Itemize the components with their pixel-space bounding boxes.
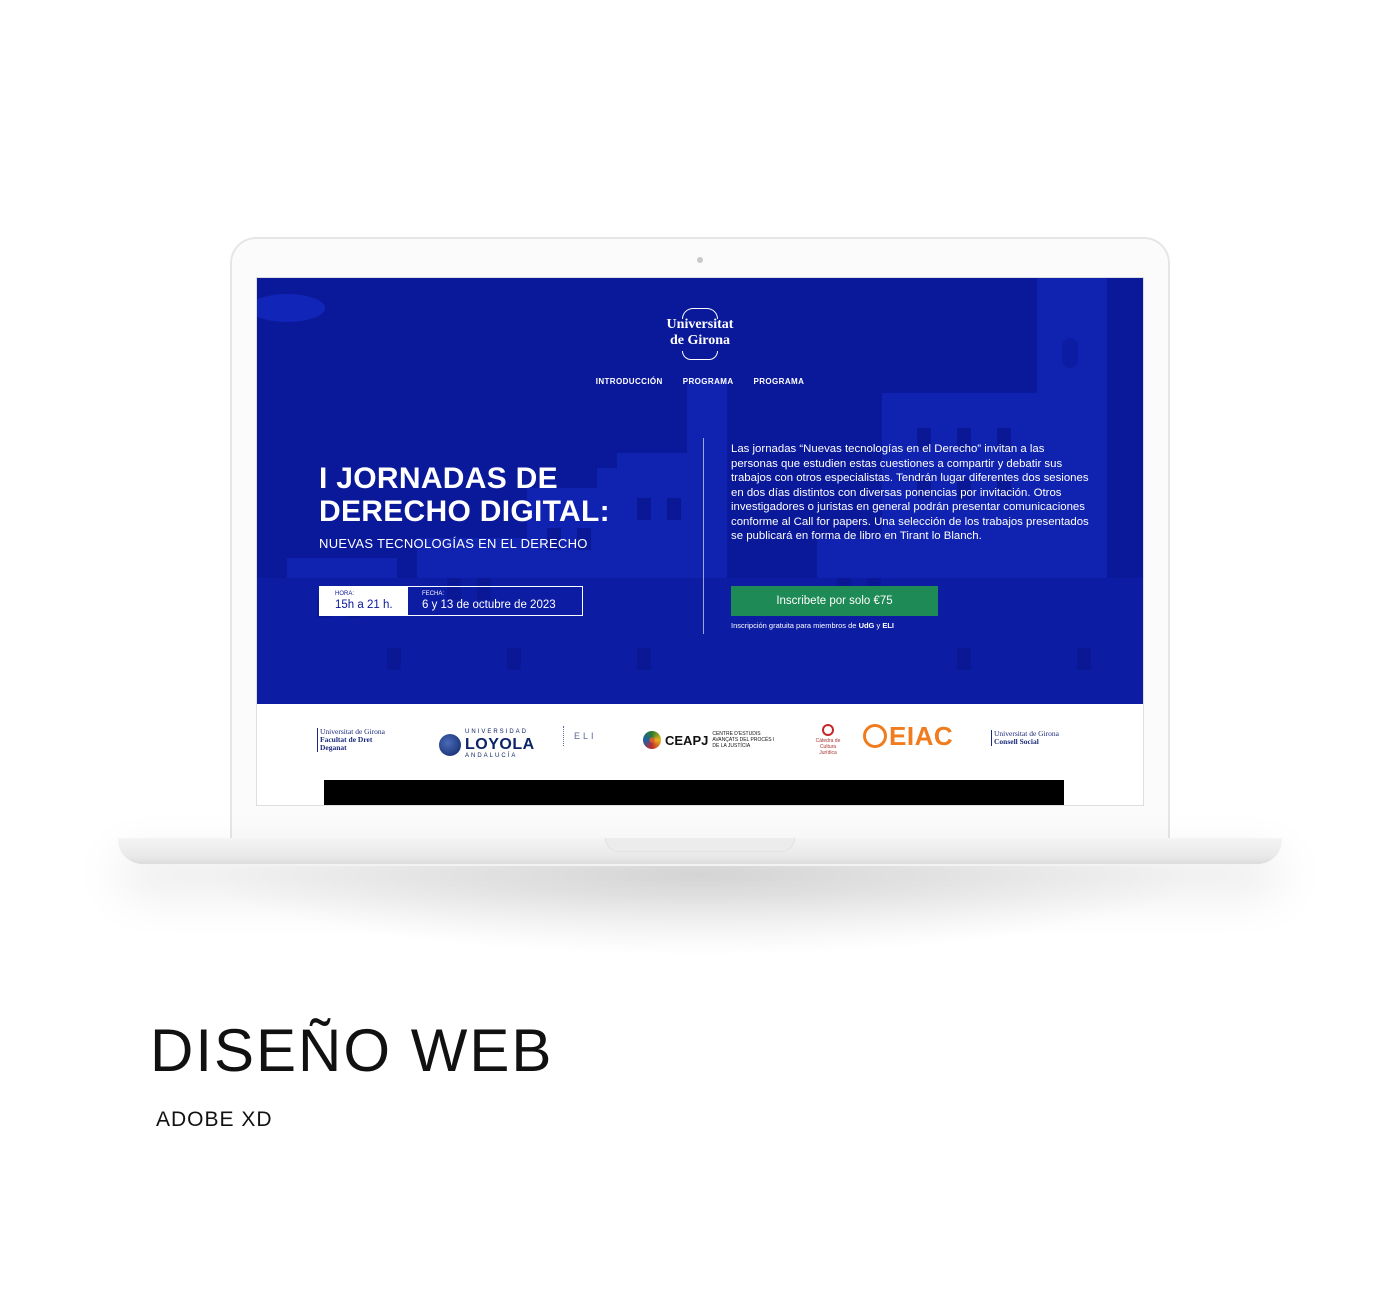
ceapj-main: CEAPJ xyxy=(665,732,709,748)
nav-item-programa-2[interactable]: PROGRAMA xyxy=(754,377,805,386)
note-prefix: Inscripción gratuita para miembros de xyxy=(731,621,859,630)
logo-line1: Universitat xyxy=(666,317,734,332)
laptop-screen: Universitat de Girona INTRODUCCIÓN PROGR… xyxy=(256,277,1144,806)
caption-subtitle: ADOBE XD xyxy=(156,1108,273,1131)
eli-stars-icon xyxy=(563,726,570,746)
register-button[interactable]: Inscribete por solo €75 xyxy=(731,586,938,616)
webcam-icon xyxy=(697,257,703,263)
event-info: HORA: 15h a 21 h. FECHA: 6 y 13 de octub… xyxy=(319,586,583,616)
nav-item-introduccion[interactable]: INTRODUCCIÓN xyxy=(596,377,663,386)
logo-loyola[interactable]: UNIVERSIDAD LOYOLA ANDALUCÍA xyxy=(439,728,535,761)
logo-line2: de Girona xyxy=(669,333,731,348)
hero-section: Universitat de Girona INTRODUCCIÓN PROGR… xyxy=(257,278,1143,704)
hero-title: I JORNADAS DE DERECHO DIGITAL: xyxy=(319,462,610,528)
loyola-bottom: ANDALUCÍA xyxy=(465,753,518,759)
loyola-globe-icon xyxy=(439,733,461,756)
ceapj-sub: CENTRE D'ESTUDIS AVANÇATS DEL PROCÉS I D… xyxy=(712,731,775,749)
fecha-box: FECHA: 6 y 13 de octubre de 2023 xyxy=(407,586,583,616)
main-nav: INTRODUCCIÓN PROGRAMA PROGRAMA xyxy=(257,377,1143,386)
content-preview-bar xyxy=(324,780,1064,805)
eiac-circle-icon xyxy=(863,724,887,748)
logo-catedra-cultura-juridica[interactable]: Càtedra de Cultura Jurídica xyxy=(813,724,843,756)
nav-item-programa[interactable]: PROGRAMA xyxy=(683,377,734,386)
hero-title-line1: I JORNADAS DE xyxy=(319,462,558,495)
logo-ceapj[interactable]: CEAPJ CENTRE D'ESTUDIS AVANÇATS DEL PROC… xyxy=(643,731,782,749)
hora-box: HORA: 15h a 21 h. xyxy=(319,586,407,616)
logo-udg-consell[interactable]: Universitat de Girona Consell Social xyxy=(991,730,1059,746)
loyola-main: LOYOLA xyxy=(465,736,535,753)
free-registration-note: Inscripción gratuita para miembros de Ud… xyxy=(731,621,894,630)
udg-consell-l2: Consell Social xyxy=(994,737,1039,746)
university-logo[interactable]: Universitat de Girona xyxy=(257,308,1143,360)
hero-subtitle: NUEVAS TECNOLOGÍAS EN EL DERECHO xyxy=(319,536,588,551)
sponsors-strip: Universitat de Girona Facultat de Dret D… xyxy=(257,704,1143,779)
udg-facultat-l3: Deganat xyxy=(320,743,347,752)
eiac-main: EIAC xyxy=(889,721,954,751)
logo-udg-facultat[interactable]: Universitat de Girona Facultat de Dret D… xyxy=(317,728,385,752)
fecha-label: FECHA: xyxy=(422,591,445,597)
logo-arch-bottom xyxy=(682,351,718,360)
ccj-text: Càtedra de Cultura Jurídica xyxy=(815,738,841,756)
ccj-spiral-icon xyxy=(822,724,834,736)
note-udg: UdG xyxy=(858,621,875,630)
vertical-divider xyxy=(703,438,704,634)
note-eli: ELI xyxy=(882,621,894,630)
logo-eiac[interactable]: EIAC xyxy=(863,721,954,751)
hero-description: Las jornadas “Nuevas tecnologías en el D… xyxy=(731,443,1089,542)
caption-title: DISEÑO WEB xyxy=(150,1017,554,1084)
eli-text: ELI xyxy=(574,731,597,741)
logo-eli[interactable]: ELI xyxy=(563,726,597,746)
ceapj-mark-icon xyxy=(643,731,661,749)
hora-value: 15h a 21 h. xyxy=(335,599,393,611)
hora-label: HORA: xyxy=(335,591,355,597)
hero-title-line2: DERECHO DIGITAL: xyxy=(319,495,610,528)
fecha-value: 6 y 13 de octubre de 2023 xyxy=(422,599,556,611)
laptop-shadow xyxy=(200,866,1200,956)
laptop-notch xyxy=(605,838,795,852)
